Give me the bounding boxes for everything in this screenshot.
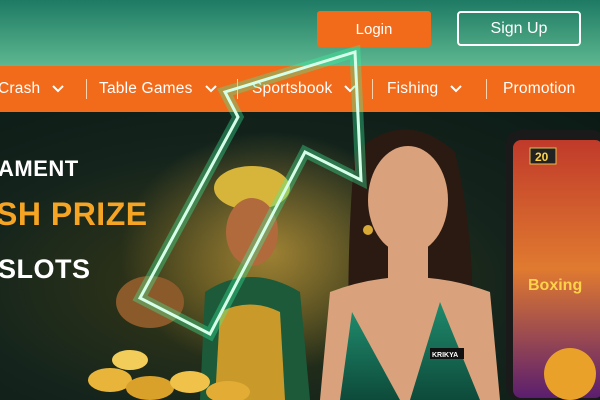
promo-headline-3: SLOTS [0,254,91,284]
nav-item-fishing[interactable]: Fishing [387,66,464,112]
chevron-down-icon [204,85,217,93]
dress-logo: KRIKYA [432,352,458,359]
nav-item-label: Sportsbook [252,80,333,97]
nav-divider [486,79,487,99]
nav-item-label: Fishing [387,80,439,97]
chevron-down-icon [344,85,357,93]
chevron-down-icon [450,85,463,93]
nav-item-crash[interactable]: Crash [0,66,66,112]
promo-headline-1: AMENT [0,156,79,181]
nav-item-table-games[interactable]: Table Games [99,66,219,112]
phone-badge: 20 [535,150,549,164]
nav-item-sportsbook[interactable]: Sportsbook [252,66,358,112]
nav-item-promotion[interactable]: Promotion [503,66,575,112]
promo-headline-2: SH PRIZE [0,196,148,232]
nav-item-label: Promotion [503,80,576,97]
nav-divider [372,79,373,99]
phone-slot-game: 20 Boxing [506,130,600,400]
signup-button[interactable]: Sign Up [457,11,581,46]
phone-game-title: Boxing [528,277,582,294]
promo-banner[interactable]: KRIKYA 20 Boxing AMENT SH PRIZE SLOTS [0,112,600,400]
login-button[interactable]: Login [317,11,431,47]
nav-item-label: Crash [0,80,41,97]
nav-divider [86,79,87,99]
main-nav: Crash Table Games Sportsbook Fishing Pro… [0,66,600,112]
nav-item-label: Table Games [99,80,193,97]
site-header: Login Sign Up [0,0,600,66]
chevron-down-icon [52,85,65,93]
nav-divider [237,79,238,99]
